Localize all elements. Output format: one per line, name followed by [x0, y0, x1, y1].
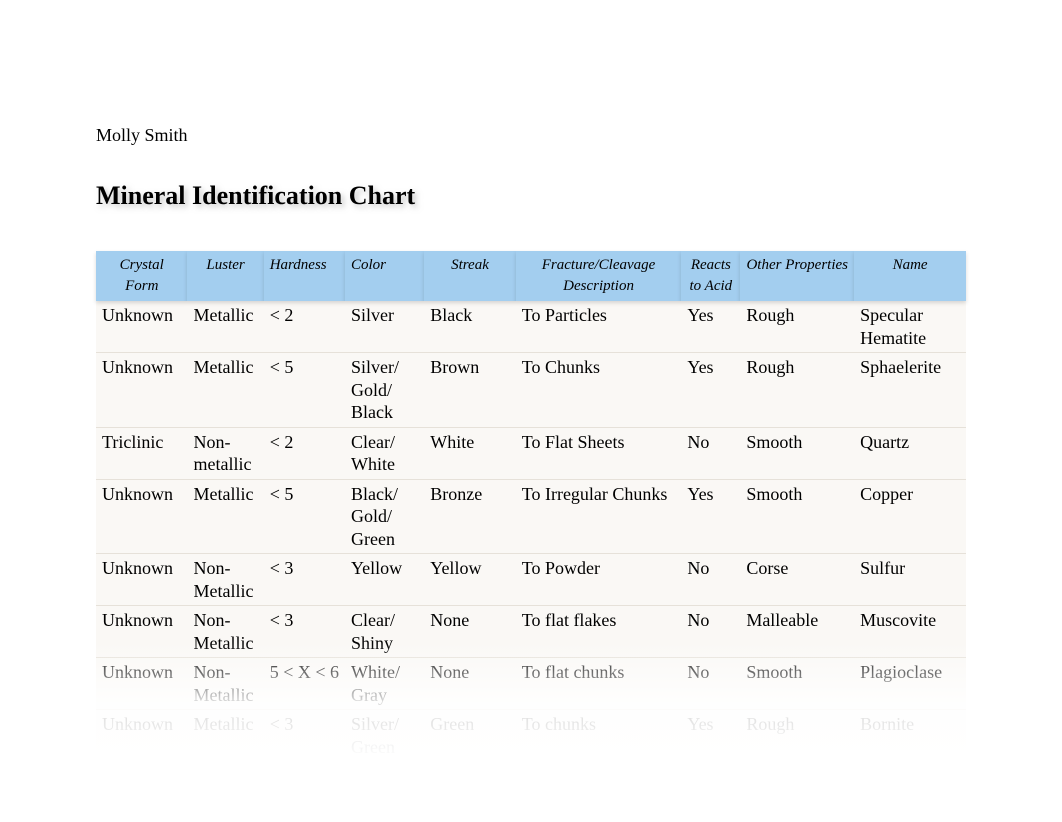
table-row: UnknownMetallic< 5Black/ Gold/ GreenBron… [96, 479, 966, 554]
col-luster: Luster [187, 251, 263, 301]
table-cell: Unknown [96, 658, 187, 710]
col-crystal-form: Crystal Form [96, 251, 187, 301]
table-cell: Rough [740, 710, 854, 762]
table-cell: Bronze [424, 479, 515, 554]
table-cell: Silver/ Green [345, 710, 424, 762]
table-cell: Black [424, 301, 515, 353]
table-cell: To Irregular Chunks [516, 479, 682, 554]
col-hardness: Hardness [264, 251, 345, 301]
table-cell: Yes [681, 353, 740, 428]
table-cell: White/ Gray [345, 658, 424, 710]
table-cell: Unknown [96, 606, 187, 658]
table-wrapper: Crystal Form Luster Hardness Color Strea… [96, 251, 966, 762]
table-cell: < 2 [264, 301, 345, 353]
table-row: UnknownNon-Metallic< 3Clear/ ShinyNoneTo… [96, 606, 966, 658]
table-cell: < 3 [264, 606, 345, 658]
table-cell: Malleable [740, 606, 854, 658]
table-cell: Unknown [96, 554, 187, 606]
table-cell: Clear/ Shiny [345, 606, 424, 658]
col-streak: Streak [424, 251, 515, 301]
table-cell: No [681, 658, 740, 710]
table-cell: Metallic [187, 301, 263, 353]
table-cell: Smooth [740, 427, 854, 479]
table-cell: Unknown [96, 479, 187, 554]
table-cell: Smooth [740, 658, 854, 710]
table-cell: Unknown [96, 710, 187, 762]
table-cell: Yellow [424, 554, 515, 606]
table-cell: Sphaelerite [854, 353, 966, 428]
table-cell: To Chunks [516, 353, 682, 428]
table-cell: Non-Metallic [187, 606, 263, 658]
table-cell: Non-Metallic [187, 554, 263, 606]
table-cell: To flat flakes [516, 606, 682, 658]
table-cell: Brown [424, 353, 515, 428]
table-cell: No [681, 427, 740, 479]
table-cell: Yes [681, 301, 740, 353]
table-row: UnknownMetallic< 3Silver/ GreenGreenTo c… [96, 710, 966, 762]
table-row: UnknownMetallic< 2SilverBlackTo Particle… [96, 301, 966, 353]
table-cell: To Flat Sheets [516, 427, 682, 479]
table-cell: Bornite [854, 710, 966, 762]
author-name: Molly Smith [96, 125, 966, 146]
table-cell: To flat chunks [516, 658, 682, 710]
table-cell: To Particles [516, 301, 682, 353]
table-cell: Clear/ White [345, 427, 424, 479]
page-title: Mineral Identification Chart [96, 181, 966, 211]
table-cell: Metallic [187, 479, 263, 554]
table-cell: Non-Metallic [187, 658, 263, 710]
table-cell: Yes [681, 479, 740, 554]
table-cell: Unknown [96, 353, 187, 428]
table-cell: < 3 [264, 554, 345, 606]
table-cell: Sulfur [854, 554, 966, 606]
table-row: UnknownMetallic< 5Silver/ Gold/ BlackBro… [96, 353, 966, 428]
table-cell: 5 < X < 6 [264, 658, 345, 710]
table-cell: Silver [345, 301, 424, 353]
table-cell: Specular Hematite [854, 301, 966, 353]
table-cell: Smooth [740, 479, 854, 554]
col-reacts: Reacts to Acid [681, 251, 740, 301]
table-cell: Corse [740, 554, 854, 606]
table-cell: Silver/ Gold/ Black [345, 353, 424, 428]
table-cell: Plagioclase [854, 658, 966, 710]
table-cell: < 3 [264, 710, 345, 762]
table-cell: To chunks [516, 710, 682, 762]
table-row: UnknownNon-Metallic< 3YellowYellowTo Pow… [96, 554, 966, 606]
col-fracture: Fracture/Cleavage Description [516, 251, 682, 301]
table-cell: < 5 [264, 479, 345, 554]
table-row: UnknownNon-Metallic5 < X < 6White/ GrayN… [96, 658, 966, 710]
table-cell: Muscovite [854, 606, 966, 658]
table-cell: Yes [681, 710, 740, 762]
table-cell: Metallic [187, 353, 263, 428]
table-cell: Rough [740, 301, 854, 353]
table-cell: None [424, 606, 515, 658]
table-cell: Quartz [854, 427, 966, 479]
table-cell: None [424, 658, 515, 710]
mineral-table: Crystal Form Luster Hardness Color Strea… [96, 251, 966, 762]
col-color: Color [345, 251, 424, 301]
table-cell: Triclinic [96, 427, 187, 479]
table-cell: White [424, 427, 515, 479]
table-cell: Copper [854, 479, 966, 554]
table-cell: Yellow [345, 554, 424, 606]
table-cell: No [681, 606, 740, 658]
table-row: TriclinicNon-metallic< 2Clear/ WhiteWhit… [96, 427, 966, 479]
table-cell: Green [424, 710, 515, 762]
table-header-row: Crystal Form Luster Hardness Color Strea… [96, 251, 966, 301]
table-cell: Unknown [96, 301, 187, 353]
table-cell: To Powder [516, 554, 682, 606]
table-cell: Rough [740, 353, 854, 428]
table-cell: Metallic [187, 710, 263, 762]
table-cell: Black/ Gold/ Green [345, 479, 424, 554]
table-cell: Non-metallic [187, 427, 263, 479]
table-cell: No [681, 554, 740, 606]
col-other: Other Properties [740, 251, 854, 301]
col-name: Name [854, 251, 966, 301]
table-cell: < 5 [264, 353, 345, 428]
table-cell: < 2 [264, 427, 345, 479]
